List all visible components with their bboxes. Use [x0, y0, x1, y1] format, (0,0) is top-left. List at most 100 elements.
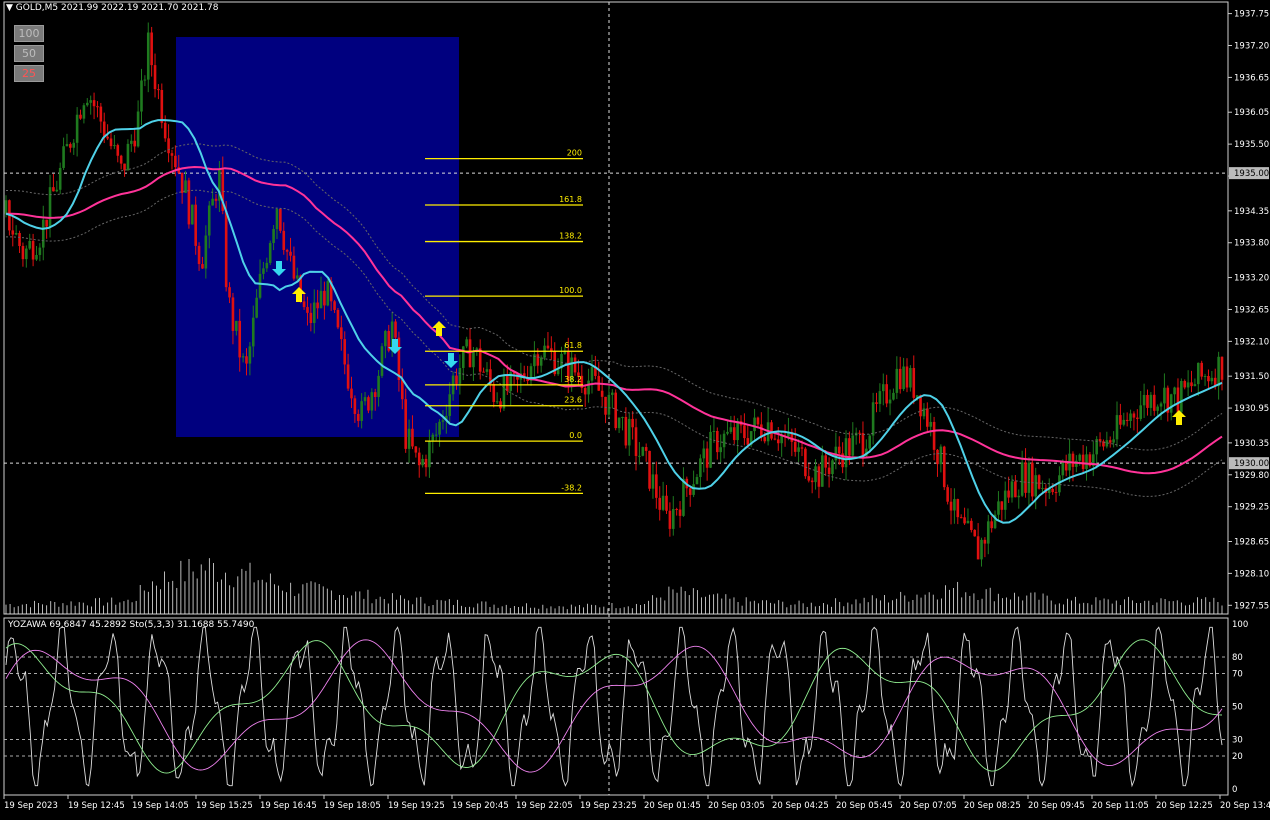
candle-body: [428, 440, 431, 468]
candle-body: [262, 268, 265, 274]
candle-body: [434, 434, 438, 436]
time-tick-label: 20 Sep 13:4: [1220, 801, 1270, 811]
candle-body: [959, 517, 963, 519]
candle-body: [431, 434, 435, 441]
price-chart[interactable]: 200 161.8 138.2 100.0 61.8 38.2 23.6 0.0 -38.2 19…: [0, 0, 1270, 816]
candle-body: [587, 380, 590, 395]
menu-triangle-icon[interactable]: ▼: [6, 3, 13, 13]
candle-body: [25, 248, 28, 260]
candle-body: [1129, 413, 1132, 422]
candle-body: [1139, 405, 1143, 419]
candle-body: [333, 301, 336, 310]
osc-level-label: 20: [1232, 752, 1243, 762]
candle-body: [858, 432, 861, 434]
candle-body: [1190, 382, 1193, 387]
price-tick-label: 1932.65: [1234, 305, 1269, 315]
yozawa-line: [5, 626, 1223, 788]
candle-body: [722, 433, 726, 448]
candle-body: [394, 321, 397, 338]
candle-body: [770, 422, 773, 439]
candle-body: [827, 467, 831, 475]
price-tick-label: 1937.75: [1234, 10, 1269, 20]
candle-body: [1132, 413, 1136, 418]
candle-body: [170, 153, 174, 156]
candle-body: [251, 317, 255, 347]
candle-body: [1125, 419, 1129, 422]
candle-body: [472, 351, 475, 368]
candle-body: [295, 275, 299, 279]
candle-body: [35, 254, 38, 260]
zoom-100-button[interactable]: 100: [14, 25, 44, 42]
candle-body: [980, 539, 983, 560]
candle-body: [600, 390, 604, 397]
candle-body: [1173, 387, 1176, 395]
candle-body: [492, 384, 496, 402]
candle-body: [1000, 501, 1004, 510]
price-tick-label: 1933.20: [1234, 274, 1269, 284]
candle-body: [285, 249, 289, 252]
candle-body: [1115, 415, 1119, 440]
candle-body: [377, 375, 380, 398]
candle-body: [167, 138, 170, 154]
candle-body: [671, 509, 675, 529]
candle-body: [28, 240, 32, 249]
candle-body: [966, 520, 970, 524]
candle-body: [319, 290, 323, 309]
candle-body: [458, 367, 462, 384]
candle-body: [1010, 481, 1014, 498]
candle-body: [397, 337, 401, 380]
candle-body: [1169, 394, 1173, 413]
candle-body: [55, 189, 59, 192]
candle-body: [624, 416, 628, 446]
candle-body: [228, 287, 231, 298]
candle-body: [79, 114, 82, 119]
candle-body: [190, 204, 194, 225]
candle-body: [661, 495, 665, 510]
candle-body: [729, 427, 733, 432]
zoom-50-button[interactable]: 50: [14, 45, 44, 62]
candle-body: [678, 509, 682, 516]
osc-level-label: 100: [1232, 620, 1248, 630]
candle-body: [401, 379, 404, 400]
candle-body: [990, 521, 993, 529]
candle-body: [150, 32, 153, 66]
candle-body: [817, 466, 821, 487]
candle-body: [611, 392, 614, 395]
candle-body: [1108, 440, 1112, 443]
candle-body: [1020, 462, 1024, 496]
candle-body: [878, 391, 882, 404]
candle-body: [485, 369, 489, 372]
candle-body: [1098, 439, 1102, 442]
candle-body: [211, 198, 214, 206]
candle-body: [797, 447, 800, 452]
candle-body: [1034, 475, 1038, 497]
candle-body: [885, 384, 888, 404]
candle-body: [133, 140, 137, 147]
candle-body: [231, 297, 235, 331]
time-tick-label: 20 Sep 03:05: [708, 801, 765, 811]
candle-body: [1051, 488, 1054, 493]
fib-label: 200: [567, 149, 582, 158]
zoom-25-button[interactable]: 25: [14, 65, 44, 82]
candle-body: [675, 509, 678, 511]
price-tick-label: 1933.80: [1234, 239, 1269, 249]
candle-body: [238, 320, 242, 358]
candle-body: [976, 536, 980, 560]
candle-body: [651, 474, 655, 489]
candle-body: [194, 204, 197, 246]
time-tick-label: 20 Sep 01:45: [644, 801, 701, 811]
time-tick-label: 20 Sep 11:05: [1092, 801, 1149, 811]
candle-body: [604, 396, 607, 415]
candle-body: [14, 233, 18, 235]
candle-body: [583, 387, 587, 395]
chart-canvas[interactable]: 200161.8138.2100.061.838.223.60.0-38.219…: [0, 0, 1270, 816]
candle-body: [922, 408, 926, 417]
candle-body: [102, 121, 106, 137]
chart-title: ▼ GOLD,M5 2021.99 2022.19 2021.70 2021.7…: [6, 3, 218, 13]
candle-body: [1085, 454, 1088, 469]
candle-body: [1149, 394, 1153, 408]
candle-body: [641, 447, 645, 456]
stochastic-main-line: [5, 639, 1223, 774]
candle-body: [949, 501, 953, 511]
candle-body: [130, 140, 133, 144]
